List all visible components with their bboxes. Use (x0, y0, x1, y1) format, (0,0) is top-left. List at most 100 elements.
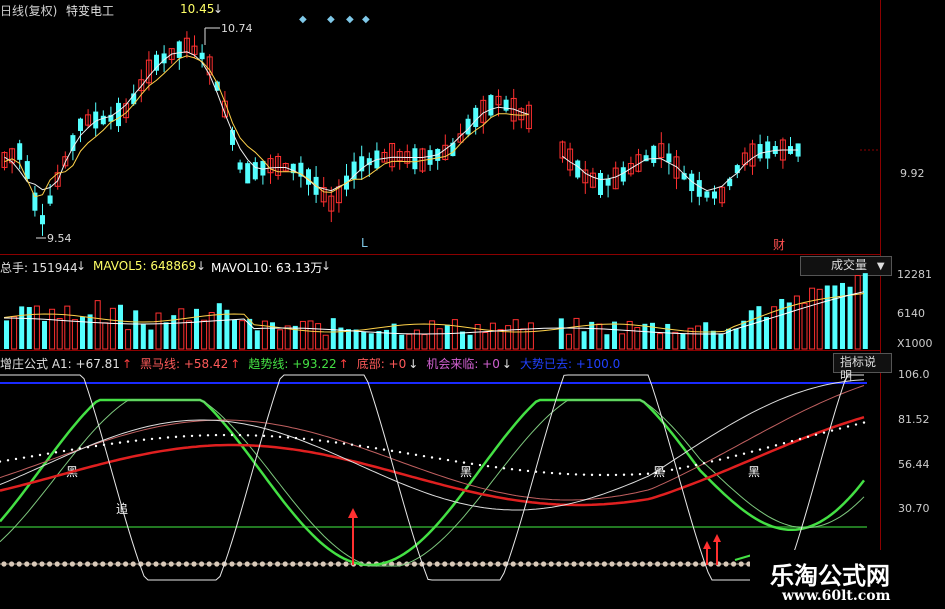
dotted-ma-point (774, 444, 778, 447)
indicator-baseline-dot (54, 561, 60, 567)
volume-bar-up (429, 320, 436, 350)
volume-bar-down (703, 322, 709, 349)
volume-bar-down (399, 334, 405, 349)
dotted-ma-point (862, 421, 866, 424)
indicator-baseline-dot (31, 561, 37, 567)
dotted-ma-point (854, 423, 858, 426)
dotted-ma-point (478, 463, 482, 467)
indicator-baseline-dot (541, 561, 547, 567)
candle-body-down (237, 162, 243, 170)
volume-bar-down (26, 307, 32, 349)
bottom-signal-arrowhead (348, 508, 358, 518)
volume-bar-up (322, 334, 329, 350)
dotted-ma-point (430, 456, 434, 459)
volume-bar-down (862, 273, 868, 349)
indicator-baseline-dot (153, 561, 159, 567)
volume-bar-up (64, 305, 71, 350)
dotted-ma-point (206, 434, 210, 437)
candle-body-down (116, 102, 121, 127)
indicator-baseline-dot (655, 561, 661, 567)
volume-bar-down (558, 318, 564, 349)
volume-bar-up (201, 319, 208, 350)
dotted-ma-point (166, 436, 170, 439)
dotted-ma-point (646, 472, 650, 475)
dotted-ma-point (278, 435, 282, 439)
dotted-ma-point (6, 459, 10, 462)
indicator-baseline-dot (434, 561, 440, 567)
indicator-baseline-dot (480, 561, 486, 567)
indicator-baseline-dot (259, 561, 265, 567)
volume-bar-down (330, 318, 336, 349)
dotted-ma-point (422, 454, 426, 458)
dotted-ma-point (134, 439, 138, 442)
candle-body-down (199, 52, 205, 60)
volume-bar-down (779, 298, 785, 349)
volume-bar-down (786, 302, 792, 349)
indicator-baseline-dot (130, 561, 136, 567)
indicator-baseline-dot (662, 561, 668, 567)
volume-bar-up (672, 331, 679, 350)
dotted-ma-point (702, 462, 706, 465)
volume-bar-down (346, 329, 351, 349)
chart-canvas (0, 27, 880, 581)
indicator-baseline-dot (518, 561, 524, 567)
volume-bar-down (824, 285, 830, 349)
dotted-ma-point (758, 448, 762, 451)
dotted-ma-point (454, 460, 458, 463)
volume-bar-down (232, 319, 237, 349)
candle-body-down (712, 191, 717, 199)
volume-bar-up (489, 322, 496, 350)
volume-bar-up (406, 333, 413, 350)
dotted-ma-point (230, 433, 234, 437)
dotted-ma-point (654, 471, 658, 474)
indicator-baseline-dot (1, 561, 7, 567)
volume-bar-down (581, 331, 587, 349)
dotted-ma-point (766, 446, 770, 449)
dotted-ma-point (710, 460, 714, 463)
candle-body-down (503, 99, 509, 111)
candle-body-down (598, 173, 603, 195)
dotted-ma-point (598, 473, 602, 477)
dotted-ma-point (110, 442, 114, 445)
volume-bar-down (832, 285, 838, 349)
indicator-baseline-dot (237, 561, 243, 567)
indicator-baseline-dot (92, 561, 98, 567)
candle-body-down (696, 180, 702, 197)
volume-bar-down (353, 329, 359, 349)
volume-bar-down (19, 306, 25, 349)
dotted-ma-point (46, 452, 50, 455)
watermark-title: 乐淘公式网 (770, 561, 890, 590)
candle-body-down (260, 160, 266, 176)
indicator-baseline-dot (100, 561, 106, 567)
dotted-ma-point (286, 436, 290, 439)
dotted-ma-point (518, 468, 522, 472)
indicator-baseline-dot (191, 561, 197, 567)
dotted-ma-point (814, 433, 818, 436)
indicator-baseline-dot (731, 561, 737, 567)
volume-bar-down (118, 304, 123, 349)
price-ma-yellow-line (4, 55, 529, 198)
dotted-ma-point (742, 452, 746, 455)
dotted-ma-point (38, 453, 42, 457)
dotted-ma-point (838, 427, 842, 430)
bottom-signal-arrowhead (713, 534, 721, 542)
dotted-ma-point (502, 467, 506, 470)
indicator-baseline-dot (77, 561, 83, 567)
dotted-ma-point (238, 433, 242, 437)
dotted-ma-point (70, 448, 74, 451)
volume-bar-down (194, 308, 199, 349)
candle-body-down (154, 54, 159, 71)
indicator-baseline-dot (411, 561, 417, 567)
volume-bar-up (565, 333, 572, 350)
volume-bar-down (748, 310, 754, 349)
indicator-baseline-dot (47, 561, 53, 567)
dotted-ma-point (446, 458, 450, 462)
candle-body-down (473, 107, 479, 128)
volume-bar-down (140, 324, 146, 349)
indicator-baseline-dot (145, 561, 151, 567)
indicator-baseline-dot (313, 561, 319, 567)
indicator-baseline-dot (24, 561, 30, 567)
indicator-baseline-dot (556, 561, 562, 567)
volume-bar-up (155, 312, 162, 350)
dotted-ma-point (726, 456, 730, 459)
